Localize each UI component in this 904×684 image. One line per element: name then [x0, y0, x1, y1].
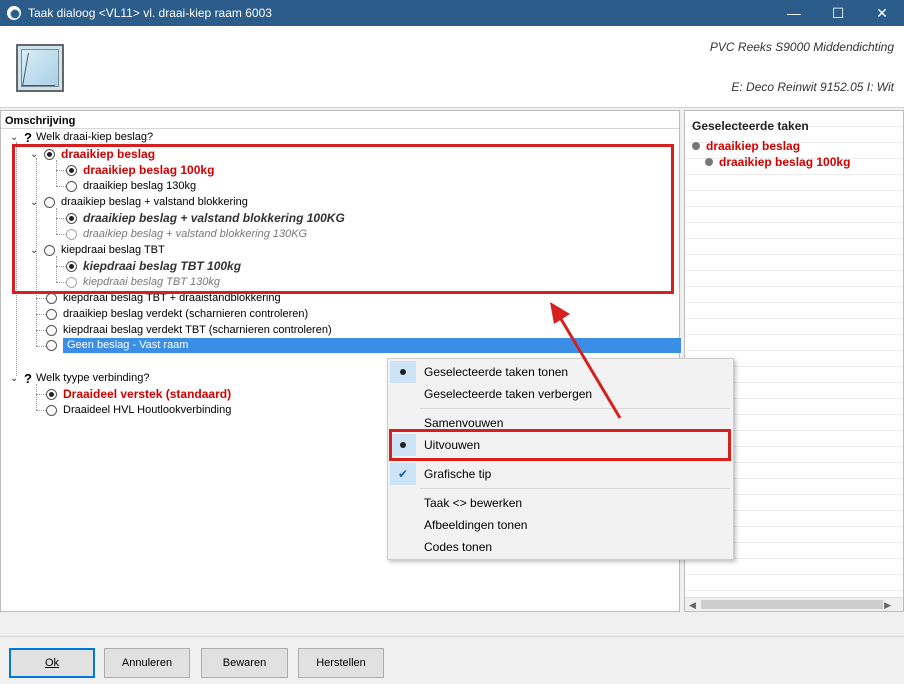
tree-label: Draaideel HVL Houtlookverbinding — [63, 404, 232, 416]
minimize-button[interactable]: — — [772, 0, 816, 26]
tree-line — [36, 384, 37, 410]
scrollbar-thumb[interactable] — [701, 600, 883, 609]
selected-tasks-title: Geselecteerde taken — [692, 119, 809, 133]
menu-marker — [390, 383, 416, 405]
restore-button[interactable]: Herstellen — [298, 648, 384, 678]
title-bar: Taak dialoog <VL11> vl. draai-kiep raam … — [0, 0, 904, 26]
selected-task-item[interactable]: draaikiep beslag — [692, 139, 800, 153]
column-header: Omschrijving — [1, 111, 679, 129]
annotation-box — [389, 429, 731, 461]
menu-item-graphic-tip[interactable]: ✔ Grafische tip — [390, 463, 731, 485]
tree-item-verdekt[interactable]: draaikiep beslag verdekt (scharnieren co… — [46, 306, 308, 322]
horizontal-scrollbar[interactable]: ◀ ▶ — [685, 597, 903, 611]
radio-icon[interactable] — [46, 292, 57, 304]
chevron-down-icon[interactable]: ⌄ — [10, 373, 20, 384]
question-icon: ? — [24, 129, 32, 145]
tree-line — [36, 410, 46, 411]
selected-task-item[interactable]: draaikiep beslag 100kg — [705, 155, 850, 169]
save-label: Bewaren — [222, 657, 267, 669]
menu-item-show-images[interactable]: Afbeeldingen tonen — [390, 514, 731, 536]
color-info: E: Deco Reinwit 9152.05 I: Wit — [731, 80, 894, 94]
tree-line — [36, 346, 46, 347]
menu-marker — [390, 492, 416, 514]
header-panel: PVC Reeks S9000 Middendichting E: Deco R… — [0, 26, 904, 108]
tree-label: Welk draai-kiep beslag? — [35, 131, 154, 143]
menu-marker — [390, 514, 416, 536]
tree-item-tbt-verdekt[interactable]: kiepdraai beslag verdekt TBT (scharniere… — [46, 322, 332, 338]
tree-label: kiepdraai beslag verdekt TBT (scharniere… — [63, 324, 332, 336]
radio-dot-icon — [400, 369, 406, 375]
close-button[interactable]: ✕ — [860, 0, 904, 26]
window-title: Taak dialoog <VL11> vl. draai-kiep raam … — [28, 6, 272, 20]
radio-icon[interactable] — [46, 324, 57, 336]
tree-question-2[interactable]: ⌄ ? Welk tyype verbinding? — [10, 370, 149, 386]
annotation-arrow — [550, 302, 622, 419]
scroll-right-icon[interactable]: ▶ — [884, 600, 891, 611]
radio-icon[interactable] — [46, 308, 57, 320]
maximize-button[interactable]: ☐ — [816, 0, 860, 26]
radio-icon[interactable] — [46, 404, 57, 416]
menu-item-edit-task[interactable]: Taak <> bewerken — [390, 492, 731, 514]
menu-marker — [390, 361, 416, 383]
selected-task-label: draaikiep beslag — [706, 139, 801, 153]
tree-line — [36, 330, 46, 331]
tree-question-1[interactable]: ⌄ ? Welk draai-kiep beslag? — [10, 129, 153, 145]
checkmark-icon: ✔ — [397, 467, 409, 481]
bullet-icon — [692, 142, 700, 150]
tree-line — [36, 298, 46, 299]
tree-line — [36, 394, 46, 395]
scroll-left-icon[interactable]: ◀ — [689, 600, 696, 611]
tree-label: Welk tyype verbinding? — [35, 372, 150, 384]
tree-item-hvl[interactable]: Draaideel HVL Houtlookverbinding — [46, 402, 231, 418]
question-icon: ? — [24, 370, 32, 386]
selected-task-label: draaikiep beslag 100kg — [719, 155, 851, 169]
radio-icon[interactable] — [46, 339, 57, 351]
menu-separator — [420, 488, 730, 489]
tree-item-verstek[interactable]: Draaideel verstek (standaard) — [46, 386, 231, 402]
chevron-down-icon[interactable]: ⌄ — [10, 132, 20, 143]
window-preview-icon — [16, 44, 64, 92]
menu-marker — [390, 536, 416, 558]
product-info: PVC Reeks S9000 Middendichting — [709, 40, 894, 54]
ok-button[interactable]: Ok — [9, 648, 95, 678]
bullet-icon — [705, 158, 713, 166]
ok-label: Ok — [44, 657, 60, 669]
tree-line — [36, 314, 46, 315]
annotation-box — [12, 144, 674, 294]
menu-item-show-codes[interactable]: Codes tonen — [390, 536, 731, 558]
cancel-label: Annuleren — [121, 657, 173, 669]
cancel-button[interactable]: Annuleren — [104, 648, 190, 678]
menu-marker: ✔ — [390, 463, 416, 485]
tree-label: Draaideel verstek (standaard) — [63, 387, 232, 401]
restore-label: Herstellen — [316, 657, 366, 669]
app-icon — [7, 6, 21, 20]
save-button[interactable]: Bewaren — [201, 648, 288, 678]
tree-label: draaikiep beslag verdekt (scharnieren co… — [63, 308, 309, 320]
radio-icon[interactable] — [46, 388, 57, 400]
